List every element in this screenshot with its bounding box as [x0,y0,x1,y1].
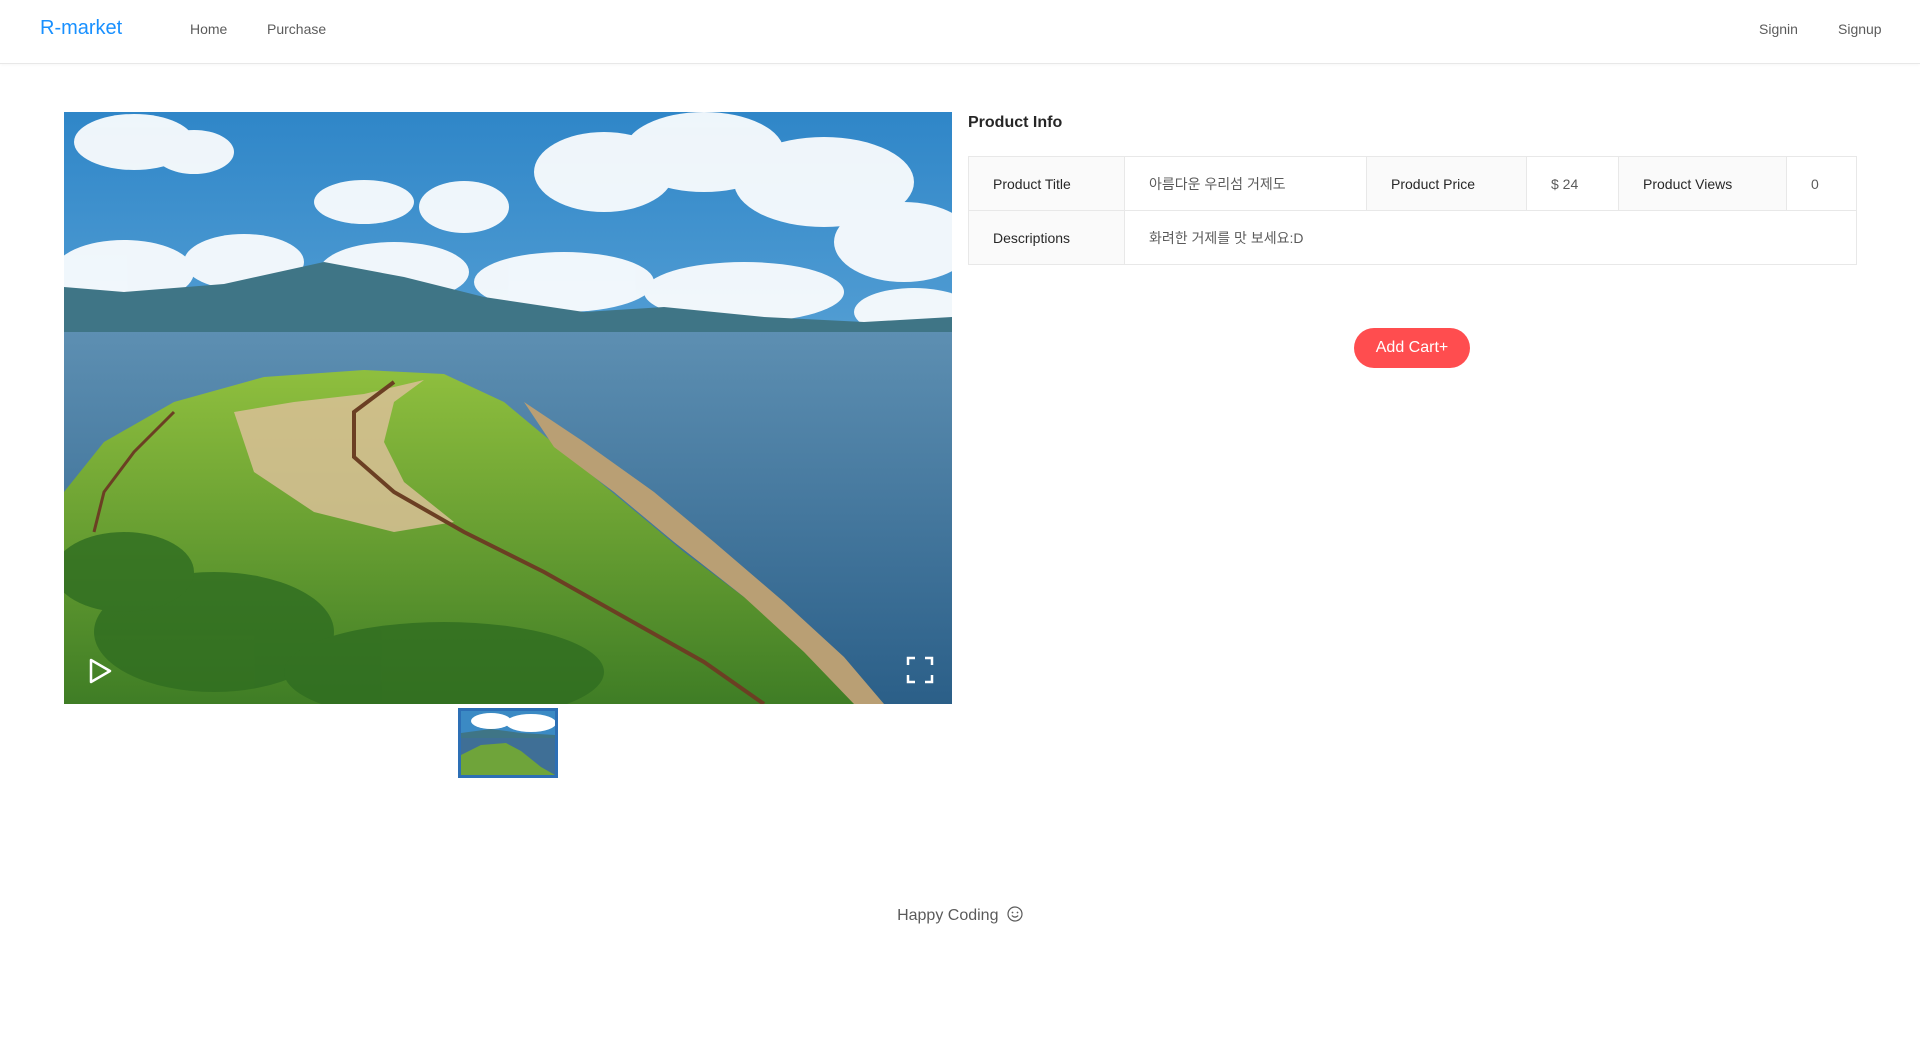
signin-link[interactable]: Signin [1759,21,1798,37]
footer: Happy Coding [0,906,1920,927]
add-cart-button[interactable]: Add Cart+ [1354,328,1470,368]
nav-purchase-link[interactable]: Purchase [267,21,326,37]
product-info-title: Product Info [968,114,1063,131]
nav-home-link[interactable]: Home [190,21,227,37]
thumbnail-selected[interactable] [458,708,558,778]
fullscreen-icon[interactable] [906,656,934,684]
smile-icon [1007,906,1023,927]
descriptions-label: Descriptions [968,210,1125,265]
product-title-value: 아름다운 우리섬 거제도 [1124,156,1367,211]
play-icon[interactable] [84,656,114,686]
product-title-label: Product Title [968,156,1125,211]
top-navbar: R-market Home Purchase Signin Signup [0,0,1920,64]
product-photo [64,112,952,704]
product-info-table: Product Title 아름다운 우리섬 거제도 Product Price… [968,156,1857,265]
product-views-value: 0 [1786,156,1857,211]
table-row: Product Title 아름다운 우리섬 거제도 Product Price… [968,156,1857,211]
table-row: Descriptions 화려한 거제를 맛 보세요:D [968,210,1857,265]
product-price-label: Product Price [1366,156,1527,211]
product-image-viewer[interactable] [64,112,952,704]
product-views-label: Product Views [1618,156,1787,211]
signup-link[interactable]: Signup [1838,21,1882,37]
descriptions-value: 화려한 거제를 맛 보세요:D [1124,210,1857,265]
logo-link[interactable]: R-market [40,17,122,40]
footer-text: Happy Coding [897,907,999,924]
product-price-value: $ 24 [1526,156,1619,211]
